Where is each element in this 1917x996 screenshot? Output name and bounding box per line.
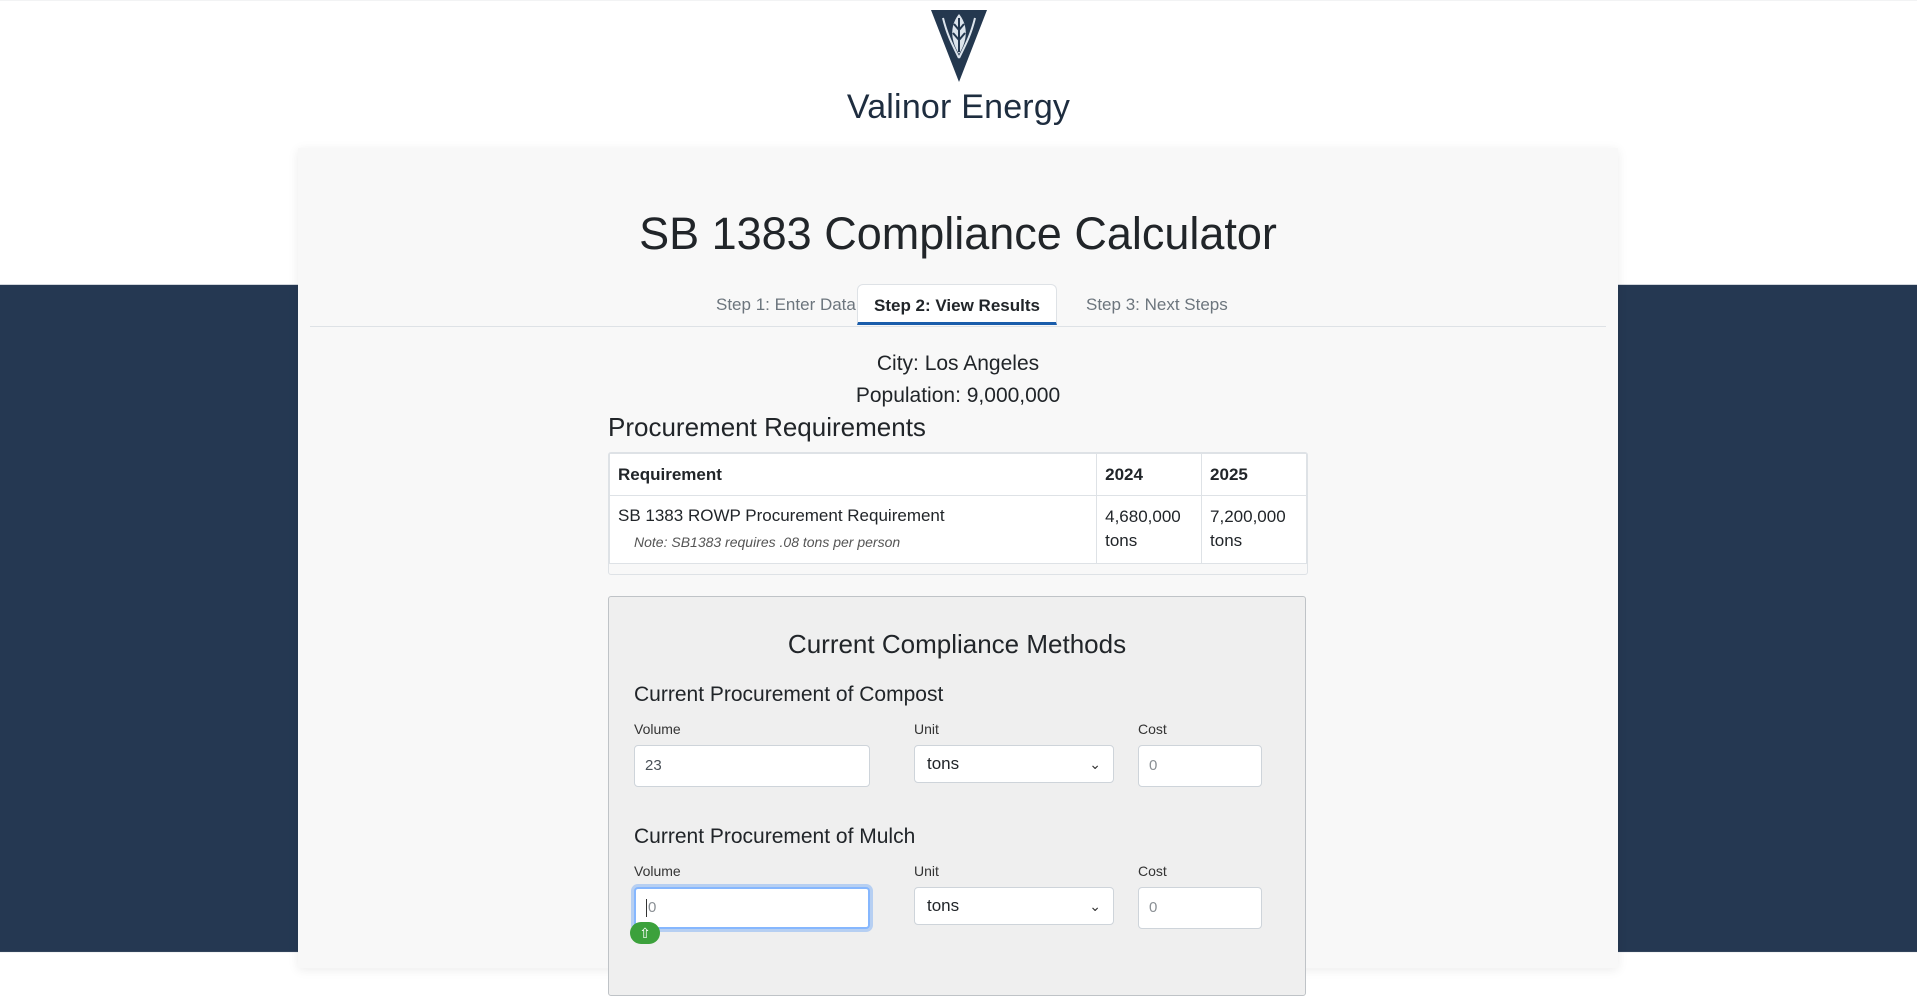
chevron-down-icon: ⌄	[1089, 756, 1101, 772]
calculator-card: SB 1383 Compliance Calculator Step 1: En…	[298, 148, 1618, 996]
requirements-table: Requirement 2024 2025 SB 1383 ROWP Procu…	[608, 453, 1307, 564]
column-header-2024: 2024	[1096, 453, 1203, 496]
mulch-section-title: Current Procurement of Mulch	[634, 825, 916, 848]
upload-badge-icon[interactable]: ⇧	[630, 922, 660, 944]
brand-header: Valinor Energy	[0, 8, 1917, 127]
compliance-methods-title: Current Compliance Methods	[787, 629, 1127, 659]
compost-volume-input[interactable]: 23	[634, 745, 870, 787]
mulch-volume-input[interactable]: 0	[634, 887, 870, 929]
mulch-unit-select[interactable]: tons ⌄	[914, 887, 1114, 925]
compost-cost-input[interactable]: 0	[1138, 745, 1262, 787]
tab-enter-data[interactable]: Step 1: Enter Data	[700, 284, 872, 325]
compliance-methods-panel: Current Compliance Methods Current Procu…	[608, 596, 1306, 996]
requirement-2025-value: 7,200,000 tons	[1201, 495, 1307, 564]
column-header-requirement: Requirement	[608, 453, 1098, 496]
compost-unit-value: tons	[927, 754, 960, 773]
city-population: Population: 9,000,000	[855, 384, 1061, 407]
step-tabs: Step 1: Enter Data Step 2: View Results …	[310, 284, 1606, 327]
tab-view-results[interactable]: Step 2: View Results	[857, 284, 1057, 325]
table-row: SB 1383 ROWP Procurement Requirement Not…	[608, 495, 1307, 564]
requirement-cell: SB 1383 ROWP Procurement Requirement Not…	[608, 495, 1098, 564]
requirements-title: Procurement Requirements	[608, 412, 926, 442]
mulch-unit-value: tons	[927, 896, 960, 915]
mulch-unit-label: Unit	[914, 863, 939, 879]
chevron-down-icon: ⌄	[1089, 898, 1101, 914]
mulch-volume-label: Volume	[634, 863, 681, 879]
v-leaf-logo-icon	[930, 10, 987, 82]
city-name: City: Los Angeles	[876, 352, 1040, 375]
mulch-volume-placeholder: 0	[648, 899, 657, 916]
compost-section-title: Current Procurement of Compost	[634, 683, 944, 706]
text-cursor	[646, 899, 647, 918]
table-header-row: Requirement 2024 2025	[608, 453, 1307, 496]
mulch-cost-input[interactable]: 0	[1138, 887, 1262, 929]
column-header-2025: 2025	[1201, 453, 1307, 496]
city-info: City: Los Angeles Population: 9,000,000	[298, 348, 1618, 412]
brand-name: Valinor Energy	[846, 88, 1071, 126]
compost-cost-label: Cost	[1138, 721, 1167, 737]
requirement-note: Note: SB1383 requires .08 tons per perso…	[634, 534, 901, 550]
requirement-2024-value: 4,680,000 tons	[1096, 495, 1203, 564]
tab-next-steps[interactable]: Step 3: Next Steps	[1070, 284, 1244, 325]
compost-unit-select[interactable]: tons ⌄	[914, 745, 1114, 783]
requirement-name: SB 1383 ROWP Procurement Requirement	[618, 506, 945, 525]
compost-volume-label: Volume	[634, 721, 681, 737]
compost-unit-label: Unit	[914, 721, 939, 737]
page-title: SB 1383 Compliance Calculator	[639, 208, 1277, 259]
requirements-table-container: Requirement 2024 2025 SB 1383 ROWP Procu…	[608, 452, 1308, 575]
mulch-cost-label: Cost	[1138, 863, 1167, 879]
